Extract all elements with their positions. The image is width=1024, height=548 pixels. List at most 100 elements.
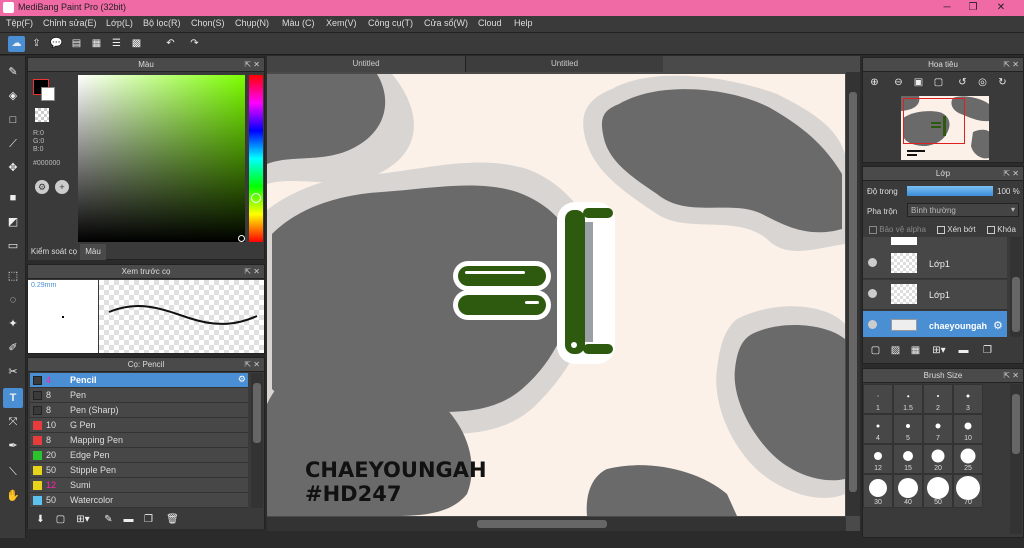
brush-item-pencil[interactable]: 4 Pencil ⚙ — [30, 373, 248, 388]
folder-icon[interactable]: ▬ — [955, 343, 972, 359]
bucket-tool-icon[interactable]: ◩ — [3, 212, 23, 232]
folder-icon[interactable]: ▬ — [120, 512, 137, 528]
scrollbar-thumb[interactable] — [1012, 394, 1020, 454]
grid-icon[interactable]: ▩ — [128, 36, 145, 52]
menu-view[interactable]: Xem(V) — [326, 18, 357, 28]
picker-cursor[interactable] — [238, 235, 245, 242]
brush-size-15[interactable]: 15 — [893, 444, 923, 474]
fill-rect-tool-icon[interactable]: ■ — [3, 188, 23, 208]
brush-item-pen[interactable]: 8 Pen — [30, 388, 248, 403]
close-icon[interactable]: ✕ — [990, 1, 1012, 14]
horizontal-scrollbar[interactable] — [267, 517, 846, 531]
operation-tool-icon[interactable]: ⤧ — [3, 412, 23, 432]
menu-color[interactable]: Màu (C) — [282, 18, 315, 28]
navigator-thumbnail[interactable] — [901, 96, 989, 160]
hand-tool-icon[interactable]: ✋ — [3, 486, 23, 506]
eye-icon[interactable] — [868, 258, 877, 267]
eye-icon[interactable] — [868, 320, 877, 329]
brush-size-30[interactable]: 30 — [863, 474, 893, 508]
brush-item-edge-pen[interactable]: 20 Edge Pen — [30, 448, 248, 463]
add-layer-menu-icon[interactable]: ⊞▾ — [927, 343, 951, 359]
background-color-swatch[interactable] — [41, 87, 55, 101]
brush-size-50[interactable]: 50 — [923, 474, 953, 508]
scrollbar-thumb[interactable] — [253, 383, 261, 443]
brush-size-12[interactable]: 12 — [863, 444, 893, 474]
gradient-tool-icon[interactable]: ▭ — [3, 236, 23, 256]
menu-help[interactable]: Help — [514, 18, 533, 28]
menu-layer[interactable]: Lớp(L) — [106, 18, 133, 28]
menu-tools[interactable]: Công cụ(T) — [368, 18, 413, 28]
menu-file[interactable]: Tệp(F) — [6, 18, 33, 28]
cloud-icon[interactable]: ☁ — [8, 36, 25, 52]
duplicate-layer-icon[interactable]: ❐ — [979, 343, 996, 359]
brush-size-10[interactable]: 10 — [953, 414, 983, 444]
brush-size-70[interactable]: 70 — [953, 474, 983, 508]
list-icon[interactable]: ☰ — [108, 36, 125, 52]
vertical-scrollbar-thumb[interactable] — [849, 92, 857, 492]
dot-tool-icon[interactable]: ⟋ — [3, 134, 23, 154]
brush-tool-icon[interactable]: ✎ — [3, 62, 23, 82]
layer-row-selected[interactable]: chaeyoungah ⚙ — [863, 311, 1007, 337]
menu-filter[interactable]: Bộ lọc(R) — [143, 18, 181, 28]
new-brush-icon[interactable]: ▢ — [52, 512, 69, 528]
brush-item-sumi[interactable]: 12 Sumi — [30, 478, 248, 493]
palette-add-icon[interactable]: + — [55, 180, 69, 194]
panel-controls-icon[interactable]: ⇱ ✕ — [244, 358, 260, 372]
lasso-tool-icon[interactable]: ◌ — [3, 290, 23, 310]
tab-untitled-1[interactable]: Untitled — [267, 56, 465, 72]
move-tool-icon[interactable]: ✥ — [3, 158, 23, 178]
rectangle-tool-icon[interactable]: □ — [3, 110, 23, 130]
menu-cloud[interactable]: Cloud — [478, 18, 502, 28]
panel-controls-icon[interactable]: ⇱ ✕ — [1003, 58, 1019, 72]
add-brush-menu-icon[interactable]: ⊞▾ — [72, 512, 94, 528]
gear-icon[interactable]: ⚙ — [993, 319, 1003, 332]
brush-list-scrollbar[interactable] — [251, 373, 263, 508]
brush-item-stipple-pen[interactable]: 50 Stipple Pen — [30, 463, 248, 478]
opacity-slider[interactable] — [907, 186, 993, 196]
drawing-canvas[interactable]: CHAEYOUNGAH #HD247 — [267, 74, 845, 516]
blend-mode-select[interactable]: Bình thường ▾ — [907, 203, 1019, 217]
select-tool-icon[interactable]: ⬚ — [3, 266, 23, 286]
new-layer-icon[interactable]: ▢ — [867, 343, 884, 359]
restore-icon[interactable]: ❐ — [962, 1, 984, 14]
tab-color[interactable]: Màu — [80, 244, 106, 260]
menu-window[interactable]: Cửa sổ(W) — [424, 18, 468, 28]
brush-item-g-pen[interactable]: 10 G Pen — [30, 418, 248, 433]
brush-size-1[interactable]: 1 — [863, 384, 893, 414]
magic-wand-icon[interactable]: ✦ — [3, 314, 23, 334]
actual-size-icon[interactable]: ▢ — [930, 75, 947, 91]
tab-untitled-2[interactable]: Untitled — [465, 56, 663, 72]
redo-icon[interactable]: ↷ — [186, 36, 203, 52]
brush-size-scrollbar[interactable] — [1010, 384, 1022, 534]
palette-icon[interactable]: ⚙ — [35, 180, 49, 194]
layer-row[interactable]: Lớp1 — [863, 280, 1007, 310]
new-halftone-layer-icon[interactable]: ▨ — [887, 343, 904, 359]
clip-checkbox[interactable]: Xén bớt — [937, 225, 976, 234]
eyedropper-tool-icon[interactable]: ✒ — [3, 436, 23, 456]
panel-controls-icon[interactable]: ⇱ ✕ — [1003, 369, 1019, 383]
fit-icon[interactable]: ▣ — [910, 75, 927, 91]
vertical-scrollbar[interactable] — [846, 72, 860, 516]
brush-size-4[interactable]: 4 — [863, 414, 893, 444]
tab-brush-control[interactable]: Kiểm soát cọ — [28, 244, 80, 260]
horizontal-scrollbar-thumb[interactable] — [477, 520, 607, 528]
text-tool-icon[interactable]: T — [3, 388, 23, 408]
brush-size-3[interactable]: 3 — [953, 384, 983, 414]
copy-brush-icon[interactable]: ❐ — [140, 512, 157, 528]
brush-item-watercolor[interactable]: 50 Watercolor — [30, 493, 248, 508]
eye-icon[interactable] — [868, 289, 877, 298]
zoom-out-icon[interactable]: ⊖ — [890, 75, 907, 91]
menu-edit[interactable]: Chỉnh sửa(E) — [43, 18, 97, 28]
select-pen-icon[interactable]: ✐ — [3, 338, 23, 358]
select-eraser-icon[interactable]: ✂ — [3, 362, 23, 382]
undo-icon[interactable]: ↶ — [162, 36, 179, 52]
reset-rotation-icon[interactable]: ◎ — [974, 75, 991, 91]
comment-icon[interactable]: ▤ — [68, 36, 85, 52]
protect-alpha-checkbox[interactable]: Bảo vệ alpha — [869, 225, 926, 234]
divide-tool-icon[interactable]: ⟍ — [3, 462, 23, 482]
eraser-tool-icon[interactable]: ◈ — [3, 86, 23, 106]
panel-controls-icon[interactable]: ⇱ ✕ — [1003, 167, 1019, 181]
saturation-value-picker[interactable] — [78, 75, 245, 242]
hue-slider-handle[interactable] — [251, 193, 261, 203]
zoom-in-icon[interactable]: ⊕ — [866, 75, 883, 91]
